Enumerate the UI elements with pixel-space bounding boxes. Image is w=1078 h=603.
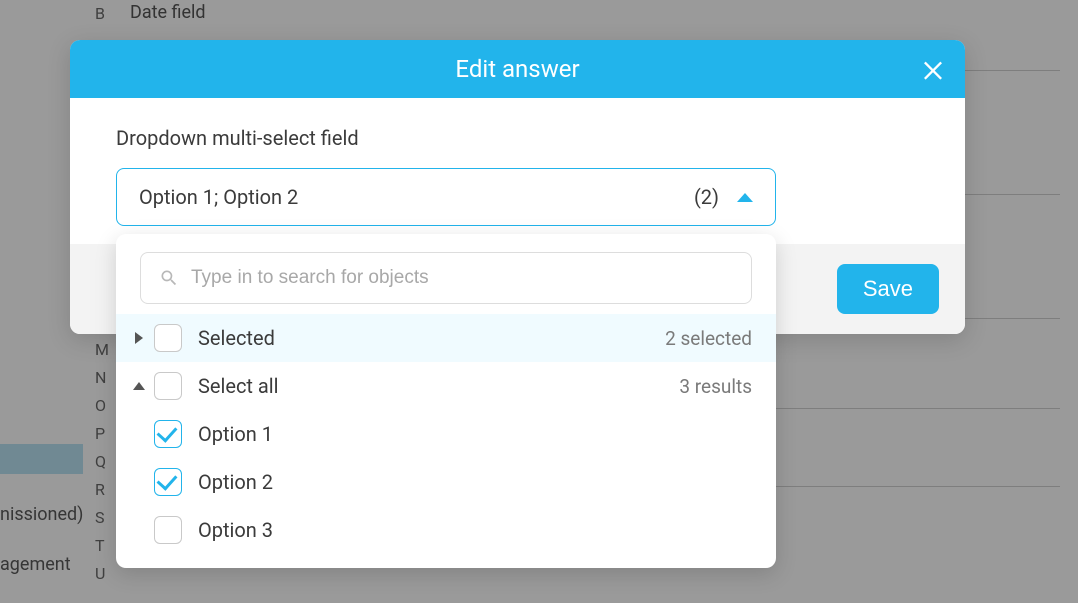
chevron-right-icon <box>130 332 148 344</box>
option-row[interactable]: Option 2 <box>116 458 776 506</box>
results-count: 3 results <box>679 375 752 398</box>
option-label: Option 1 <box>198 422 752 446</box>
multiselect-count: (2) <box>694 185 719 209</box>
select-all-label: Select all <box>198 374 679 398</box>
option-checkbox[interactable] <box>154 516 182 544</box>
search-field[interactable] <box>140 252 752 304</box>
multiselect-field[interactable]: Option 1; Option 2 (2) <box>116 168 776 226</box>
modal-body: Dropdown multi-select field Option 1; Op… <box>70 98 965 226</box>
option-checkbox[interactable] <box>154 420 182 448</box>
search-input[interactable] <box>191 267 733 289</box>
selected-group-checkbox[interactable] <box>154 324 182 352</box>
selected-group-row[interactable]: Selected 2 selected <box>116 314 776 362</box>
selected-group-label: Selected <box>198 326 665 350</box>
close-icon[interactable] <box>919 55 947 83</box>
modal-header: Edit answer <box>70 40 965 98</box>
field-label: Dropdown multi-select field <box>116 126 919 150</box>
option-label: Option 3 <box>198 518 752 542</box>
chevron-up-icon <box>130 382 148 390</box>
select-all-checkbox[interactable] <box>154 372 182 400</box>
select-all-row[interactable]: Select all 3 results <box>116 362 776 410</box>
caret-up-icon <box>737 193 753 202</box>
option-checkbox[interactable] <box>154 468 182 496</box>
save-button[interactable]: Save <box>837 264 939 314</box>
search-icon <box>159 268 179 288</box>
selected-group-meta: 2 selected <box>665 327 752 350</box>
option-row[interactable]: Option 3 <box>116 506 776 554</box>
multiselect-dropdown: Selected 2 selected Select all 3 results… <box>116 234 776 568</box>
multiselect-value: Option 1; Option 2 <box>139 185 694 209</box>
modal-title: Edit answer <box>455 55 579 83</box>
search-wrap <box>116 252 776 314</box>
option-label: Option 2 <box>198 470 752 494</box>
option-row[interactable]: Option 1 <box>116 410 776 458</box>
